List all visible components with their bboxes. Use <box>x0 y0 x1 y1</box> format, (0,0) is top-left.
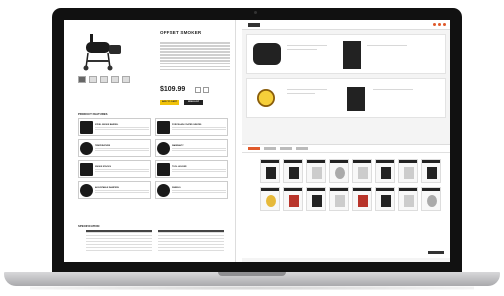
asset-cards <box>242 30 450 140</box>
asset-tile[interactable] <box>329 187 349 211</box>
asset-manager-app <box>242 20 450 262</box>
asset-tile[interactable] <box>421 159 441 183</box>
asset-tile[interactable] <box>398 187 418 211</box>
award-badge-icon <box>257 89 275 107</box>
window-controls[interactable] <box>433 23 446 26</box>
stack-icon <box>80 162 93 176</box>
product-title: OFFSET SMOKER <box>160 30 202 35</box>
image-thumbnails <box>78 76 130 83</box>
asset-tile[interactable] <box>375 187 395 211</box>
smoker-icon <box>80 120 93 134</box>
spec-table <box>86 230 224 251</box>
feature-card: PORCELAIN COATED GRATES <box>155 118 228 136</box>
tab[interactable] <box>280 147 292 150</box>
product-price: $109.99 <box>160 86 186 93</box>
feature-card: WARRANTY <box>155 139 228 157</box>
asset-tile[interactable] <box>352 187 372 211</box>
grate-icon <box>157 120 170 134</box>
asset-grid <box>260 159 441 211</box>
feature-card: STEEL SMOKE BARREL <box>78 118 151 136</box>
app-logo <box>248 23 260 27</box>
asset-tile[interactable] <box>306 187 326 211</box>
asset-tile[interactable] <box>398 159 418 183</box>
asset-tile[interactable] <box>260 187 280 211</box>
laptop-notch <box>218 272 286 276</box>
asset-tile[interactable] <box>352 159 372 183</box>
laptop-shadow <box>30 286 474 290</box>
tab[interactable] <box>264 147 276 150</box>
library-footer <box>428 251 444 254</box>
asset-card[interactable] <box>246 78 446 118</box>
damper-icon <box>80 183 93 197</box>
thermometer-icon <box>80 141 93 155</box>
asset-card[interactable] <box>246 34 446 74</box>
library-tabs <box>242 145 450 153</box>
quantity-stepper[interactable] <box>195 87 209 93</box>
feature-card: TOOL HOLDER <box>155 160 228 178</box>
feature-card: TEMPERATURE <box>78 139 151 157</box>
feature-card: ADJUSTABLE DAMPERS <box>78 181 151 199</box>
tab[interactable] <box>248 147 260 150</box>
asset-tile[interactable] <box>283 159 303 183</box>
product-description <box>160 42 230 72</box>
thumbnail[interactable] <box>111 76 119 83</box>
feature-card: SMOKE STACKS <box>78 160 151 178</box>
add-to-cart-button[interactable]: ADD TO CART <box>160 100 179 105</box>
asset-tile[interactable] <box>421 187 441 211</box>
features-grid: STEEL SMOKE BARREL PORCELAIN COATED GRAT… <box>78 118 228 199</box>
asset-tile[interactable] <box>375 159 395 183</box>
camera-icon <box>254 11 257 14</box>
laptop-bezel: OFFSET SMOKER $109.99 ADD TO CART WISH L… <box>52 8 462 272</box>
laptop-screen: OFFSET SMOKER $109.99 ADD TO CART WISH L… <box>64 20 450 262</box>
asset-tile[interactable] <box>283 187 303 211</box>
asset-tile[interactable] <box>260 159 280 183</box>
warranty-icon <box>157 141 170 155</box>
wish-list-button[interactable]: WISH LIST <box>184 100 203 105</box>
wheel-icon <box>157 183 170 197</box>
thumbnail[interactable] <box>100 76 108 83</box>
thumbnail[interactable] <box>89 76 97 83</box>
feature-card: WHEELS <box>155 181 228 199</box>
tool-icon <box>157 162 170 176</box>
asset-library <box>242 144 450 258</box>
asset-tile[interactable] <box>306 159 326 183</box>
product-sheet: OFFSET SMOKER $109.99 ADD TO CART WISH L… <box>64 20 236 262</box>
app-toolbar <box>242 20 450 30</box>
spec-heading: SPECIFICATION <box>78 224 100 228</box>
smoker-product-image <box>83 34 121 71</box>
tab[interactable] <box>296 147 308 150</box>
asset-tile[interactable] <box>329 159 349 183</box>
thumbnail[interactable] <box>122 76 130 83</box>
features-heading: PRODUCT FEATURES <box>78 112 108 116</box>
laptop-mockup: OFFSET SMOKER $109.99 ADD TO CART WISH L… <box>0 0 504 296</box>
thumbnail[interactable] <box>78 76 86 83</box>
